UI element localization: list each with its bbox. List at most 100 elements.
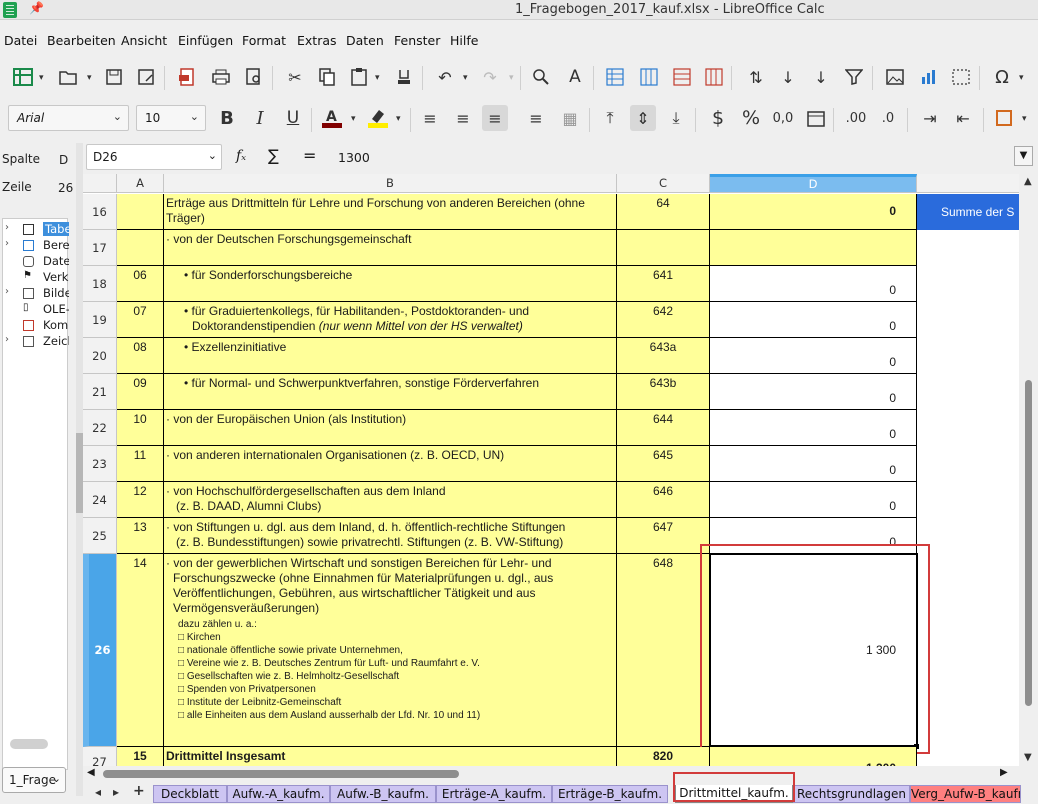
paste-dropdown-icon[interactable]: ▾ — [375, 73, 380, 83]
row-header[interactable]: 22 — [83, 410, 117, 446]
delete-column-icon[interactable] — [701, 64, 727, 90]
spreadsheet-new-icon[interactable] — [10, 64, 36, 90]
special-character-dropdown-icon[interactable]: ▾ — [1019, 73, 1024, 83]
clone-formatting-icon[interactable] — [391, 64, 417, 90]
menu-einfuegen[interactable]: Einfügen — [178, 33, 233, 48]
cell-d[interactable]: 0 — [710, 410, 917, 446]
menu-fenster[interactable]: Fenster — [394, 33, 440, 48]
cell-d[interactable]: 0 — [710, 482, 917, 518]
navigator-document-select[interactable]: 1_Frage ⌄ — [2, 767, 66, 793]
column-icon[interactable] — [636, 64, 662, 90]
cell-a[interactable] — [117, 230, 164, 266]
cell-a[interactable]: 15 — [117, 747, 164, 766]
select-all-corner[interactable] — [83, 174, 117, 193]
cell-c[interactable]: 64 — [617, 194, 710, 230]
align-center-icon[interactable]: ≡ — [450, 105, 476, 131]
undo-dropdown-icon[interactable]: ▾ — [463, 73, 468, 83]
delete-decimal-icon[interactable]: .0 — [875, 105, 901, 131]
row-header-selected[interactable]: 26 — [83, 554, 117, 747]
horizontal-scroll-thumb[interactable] — [103, 770, 459, 778]
sheet-tab-aufw-a[interactable]: Aufw.-A_kaufm. — [227, 785, 330, 803]
pivot-table-icon[interactable] — [948, 64, 974, 90]
sort-descending-icon[interactable]: ↓ — [808, 64, 834, 90]
merge-cells-icon[interactable]: ▦ — [557, 105, 583, 131]
decrease-indent-icon[interactable]: ⇤ — [950, 105, 976, 131]
scroll-up-icon[interactable]: ▲ — [1024, 176, 1032, 187]
cell-b[interactable]: · von Hochschulfördergesellschaften aus … — [164, 482, 617, 518]
cell-b[interactable]: · von Stiftungen u. dgl. aus dem Inland,… — [164, 518, 617, 554]
nav-item-ole-objekte[interactable]: ▯ OLE- — [3, 302, 69, 318]
font-size-combo[interactable]: 10 ⌄ — [136, 105, 206, 131]
find-replace-icon[interactable] — [528, 64, 554, 90]
cell-b[interactable]: · von der Europäischen Union (als Instit… — [164, 410, 617, 446]
cell-d[interactable]: 0 — [710, 302, 917, 338]
cell-b[interactable]: · von der Deutschen Forschungsgemeinscha… — [164, 230, 617, 266]
menu-extras[interactable]: Extras — [297, 33, 337, 48]
save-as-icon[interactable] — [133, 64, 159, 90]
copy-icon[interactable] — [314, 64, 340, 90]
cell-b[interactable]: · von der gewerblichen Wirtschaft und so… — [164, 554, 617, 747]
open-dropdown-icon[interactable]: ▾ — [87, 73, 92, 83]
cell-d[interactable]: 0 — [710, 446, 917, 482]
open-folder-icon[interactable] — [55, 64, 81, 90]
cell-c[interactable]: 642 — [617, 302, 710, 338]
currency-format-icon[interactable]: $ — [705, 105, 731, 131]
highlight-dropdown-icon[interactable]: ▾ — [396, 114, 401, 124]
spelling-icon[interactable]: A — [562, 64, 588, 90]
cell-a[interactable]: 09 — [117, 374, 164, 410]
row-header[interactable]: 16 — [83, 194, 117, 230]
nav-item-datenbank[interactable]: Date — [3, 254, 69, 270]
menu-ansicht[interactable]: Ansicht — [121, 33, 167, 48]
column-header-d[interactable]: D — [710, 174, 917, 193]
highlight-color-icon[interactable] — [365, 105, 391, 131]
sum-icon[interactable]: ∑ — [268, 146, 279, 165]
save-icon[interactable] — [101, 64, 127, 90]
row-header[interactable]: 20 — [83, 338, 117, 374]
export-pdf-icon[interactable] — [174, 64, 200, 90]
sheet-tab-rechtsgrundlagen[interactable]: Rechtsgrundlagen — [793, 785, 910, 803]
sidebar-splitter[interactable] — [76, 143, 83, 796]
column-header-a[interactable]: A — [117, 174, 164, 193]
splitter-grip[interactable] — [76, 433, 83, 513]
nav-item-verknuepfungen[interactable]: ⚑ Verk — [3, 270, 69, 286]
row-header[interactable]: 23 — [83, 446, 117, 482]
row-header[interactable]: 27 — [83, 747, 117, 766]
number-format-icon[interactable]: 0,0 — [770, 105, 796, 131]
sheet-tab-deckblatt[interactable]: Deckblatt — [153, 785, 227, 803]
spreadsheet-grid[interactable]: A B C D 16 Erträge aus Drittmitteln für … — [83, 174, 1019, 766]
menu-datei[interactable]: Datei — [4, 33, 37, 48]
new-dropdown-icon[interactable]: ▾ — [39, 73, 44, 83]
special-character-icon[interactable]: Ω — [989, 64, 1015, 90]
cell-d[interactable]: 0 — [710, 338, 917, 374]
cell-c[interactable]: 647 — [617, 518, 710, 554]
cell-b[interactable]: Drittmittel Insgesamt — [164, 747, 617, 766]
paste-icon[interactable] — [346, 64, 372, 90]
cell-a[interactable] — [117, 194, 164, 230]
cell-a[interactable]: 07 — [117, 302, 164, 338]
insert-image-icon[interactable] — [882, 64, 908, 90]
underline-icon[interactable]: U — [280, 105, 306, 131]
nav-item-kommentare[interactable]: Kom — [3, 318, 69, 334]
insert-chart-icon[interactable] — [915, 64, 941, 90]
cell-c[interactable]: 644 — [617, 410, 710, 446]
column-header-b[interactable]: B — [164, 174, 617, 193]
increase-indent-icon[interactable]: ⇥ — [917, 105, 943, 131]
expand-icon[interactable]: › — [5, 334, 9, 345]
cell-a[interactable]: 12 — [117, 482, 164, 518]
sheet-tab-aufw-b[interactable]: Aufw.-B_kaufm. — [330, 785, 436, 803]
italic-icon[interactable]: I — [247, 105, 273, 131]
align-left-icon[interactable]: ≡ — [417, 105, 443, 131]
date-format-icon[interactable] — [803, 105, 829, 131]
cell-a[interactable]: 08 — [117, 338, 164, 374]
menu-format[interactable]: Format — [242, 33, 286, 48]
scroll-left-icon[interactable]: ◀ — [87, 767, 95, 778]
column-value[interactable]: D — [59, 153, 68, 167]
row-header[interactable]: 21 — [83, 374, 117, 410]
delete-row-icon[interactable] — [669, 64, 695, 90]
cell-c[interactable]: 645 — [617, 446, 710, 482]
row-icon[interactable] — [602, 64, 628, 90]
bold-icon[interactable]: B — [214, 105, 240, 131]
scroll-right-icon[interactable]: ▶ — [1000, 767, 1008, 778]
font-name-combo[interactable]: Arial ⌄ — [8, 105, 129, 131]
nav-item-bereiche[interactable]: › Berei — [3, 238, 69, 254]
